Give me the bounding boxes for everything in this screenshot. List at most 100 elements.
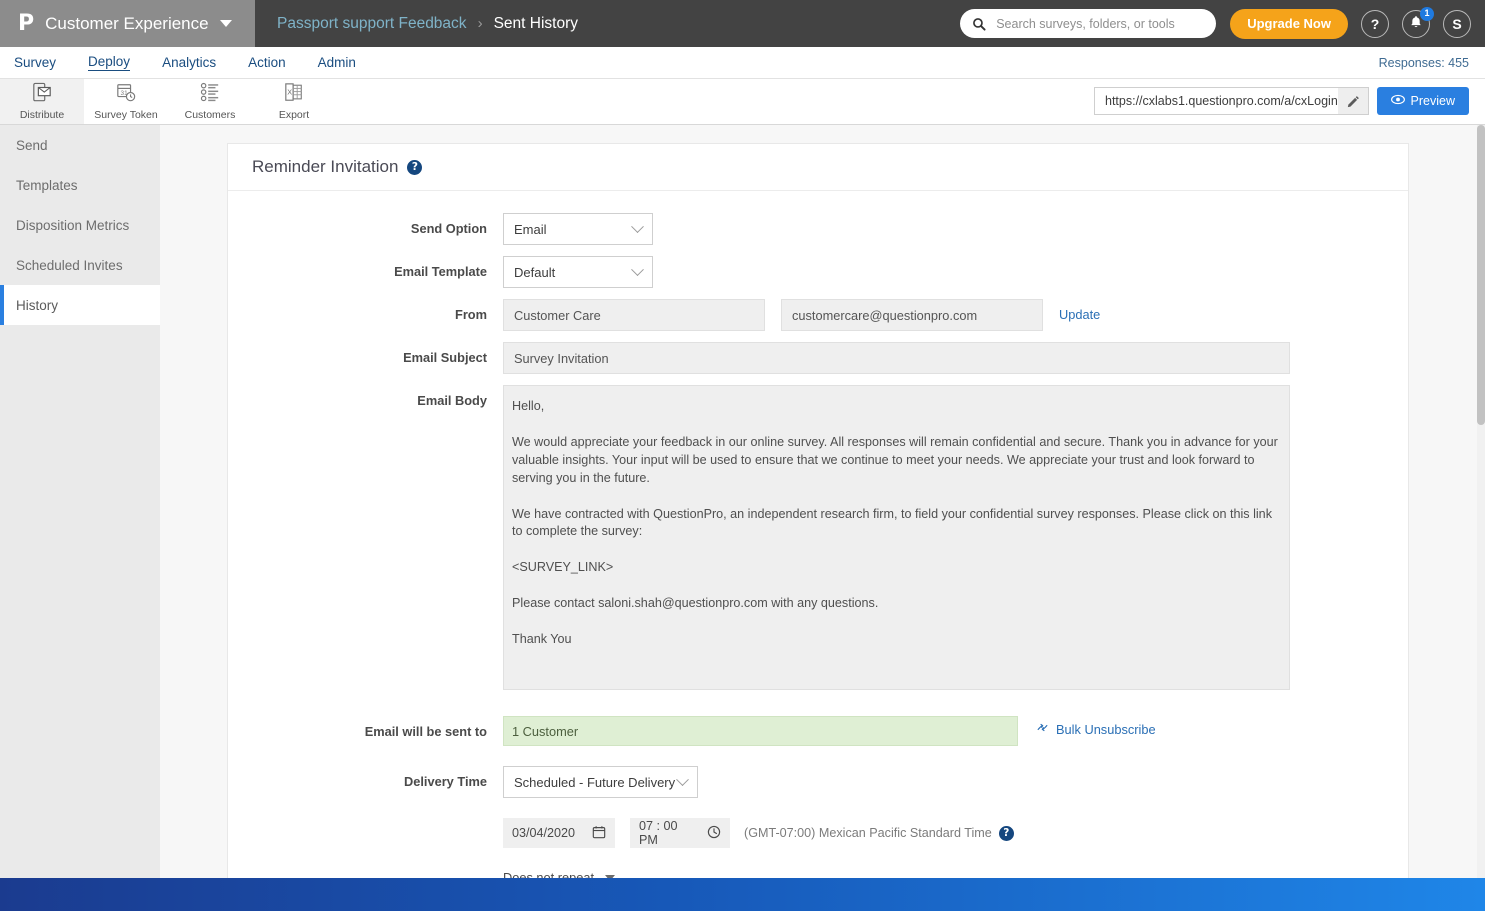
breadcrumb-separator-icon: ›	[477, 15, 483, 32]
nav-item-action[interactable]: Action	[248, 55, 286, 71]
tool-label: Distribute	[19, 109, 65, 121]
help-button[interactable]: ?	[1361, 9, 1389, 38]
help-circle-icon[interactable]: ?	[998, 825, 1014, 841]
reminder-invitation-card: Reminder Invitation ? Send Option Email …	[227, 143, 1409, 886]
timezone-display: (GMT-07:00) Mexican Pacific Standard Tim…	[744, 825, 1014, 841]
recipients-row: Email will be sent to 1 Customer Bulk Un…	[228, 716, 1408, 746]
questionpro-logo-icon: P	[18, 11, 34, 36]
email-body-paragraph: <SURVEY_LINK>	[512, 560, 614, 575]
svg-text:X: X	[287, 87, 292, 96]
schedule-date-input[interactable]: 03/04/2020	[503, 818, 615, 848]
preview-button[interactable]: Preview	[1376, 87, 1469, 115]
chevron-down-icon	[631, 219, 644, 233]
notification-badge: 1	[1420, 6, 1434, 21]
breadcrumb-parent-link[interactable]: Passport support Feedback	[277, 15, 467, 33]
schedule-date-value: 03/04/2020	[512, 826, 576, 840]
sidebar-item-scheduled-invites[interactable]: Scheduled Invites	[0, 245, 160, 285]
nav-item-analytics[interactable]: Analytics	[162, 55, 216, 71]
schedule-time-value: 07 : 00 PM	[639, 819, 678, 847]
calendar-token-icon: 31	[116, 82, 136, 108]
email-body-row: Email Body Hello, We would appreciate yo…	[228, 385, 1408, 690]
help-circle-icon[interactable]: ?	[407, 159, 423, 175]
email-body-paragraph: Please contact saloni.shah@questionpro.c…	[512, 596, 879, 611]
breadcrumb: Passport support Feedback › Sent History	[277, 15, 578, 33]
search-box[interactable]	[960, 9, 1217, 38]
email-subject-row: Email Subject Survey Invitation	[228, 342, 1408, 374]
schedule-time-input[interactable]: 07 : 00 PM	[630, 818, 730, 848]
clock-icon[interactable]	[707, 825, 721, 842]
search-input[interactable]	[994, 15, 1205, 32]
recipients-label: Email will be sent to	[364, 724, 487, 739]
sidebar-item-disposition-metrics[interactable]: Disposition Metrics	[0, 205, 160, 245]
scrollbar-thumb[interactable]	[1477, 125, 1485, 425]
chevron-down-icon[interactable]	[219, 20, 232, 27]
avatar[interactable]: S	[1443, 9, 1471, 38]
email-subject-field[interactable]: Survey Invitation	[503, 342, 1290, 374]
tool-customers[interactable]: Customers	[168, 79, 252, 124]
tool-survey-token[interactable]: 31 Survey Token	[84, 79, 168, 124]
bulk-unsubscribe-label: Bulk Unsubscribe	[1056, 721, 1156, 737]
invitation-form: Send Option Email Email Template Default…	[228, 191, 1408, 885]
upgrade-now-button[interactable]: Upgrade Now	[1230, 8, 1348, 39]
sidebar-item-send[interactable]: Send	[0, 125, 160, 165]
email-subject-label: Email Subject	[403, 350, 487, 365]
email-body-label: Email Body	[417, 393, 487, 408]
update-link[interactable]: Update	[1059, 299, 1100, 322]
delivery-time-value: Scheduled - Future Delivery	[514, 774, 676, 790]
distribute-icon	[32, 82, 52, 108]
sidebar-item-label: Disposition Metrics	[16, 217, 130, 233]
send-option-select[interactable]: Email	[503, 213, 653, 245]
timezone-label: (GMT-07:00) Mexican Pacific Standard Tim…	[744, 826, 992, 840]
top-bar: P Customer Experience Passport support F…	[0, 0, 1485, 47]
email-template-label: Email Template	[394, 264, 487, 279]
brand-block[interactable]: P Customer Experience	[0, 0, 255, 47]
survey-url-field[interactable]: https://cxlabs1.questionpro.com/a/cxLogi…	[1094, 87, 1369, 115]
email-template-value: Default	[514, 264, 556, 280]
delivery-time-select[interactable]: Scheduled - Future Delivery	[503, 766, 698, 798]
top-bar-actions: Upgrade Now ? 1 S	[960, 0, 1471, 47]
survey-url-text: https://cxlabs1.questionpro.com/a/cxLogi…	[1105, 94, 1338, 108]
bottom-gradient-bar	[0, 878, 1485, 911]
nav-item-deploy[interactable]: Deploy	[88, 54, 131, 71]
email-template-select[interactable]: Default	[503, 256, 653, 288]
breadcrumb-current: Sent History	[493, 14, 578, 32]
sidebar-item-label: Templates	[16, 177, 78, 193]
sidebar-filler	[0, 325, 160, 909]
delivery-time-label: Delivery Time	[404, 774, 487, 789]
notifications-button[interactable]: 1	[1402, 6, 1434, 38]
sidebar-item-templates[interactable]: Templates	[0, 165, 160, 205]
email-body-paragraph: Hello,	[512, 399, 545, 413]
deploy-toolbar: Distribute 31 Survey Token Customers X E…	[0, 79, 1485, 125]
sidebar-item-label: Send	[16, 137, 48, 153]
main-nav: Survey Deploy Analytics Action Admin Res…	[0, 47, 1485, 79]
tool-label: Customers	[184, 109, 236, 121]
preview-label: Preview	[1410, 94, 1455, 108]
from-email-field[interactable]: customercare@questionpro.com	[781, 299, 1043, 331]
page-scrollbar[interactable]	[1477, 125, 1485, 909]
calendar-icon[interactable]	[592, 825, 606, 842]
pencil-icon[interactable]	[1338, 88, 1368, 114]
bulk-unsubscribe-link[interactable]: Bulk Unsubscribe	[1036, 716, 1156, 737]
email-template-row: Email Template Default	[228, 256, 1408, 288]
tool-distribute[interactable]: Distribute	[0, 79, 84, 124]
unsubscribe-icon	[1036, 721, 1049, 737]
from-name-field[interactable]: Customer Care	[503, 299, 765, 331]
email-body-paragraph: We would appreciate your feedback in our…	[512, 434, 1278, 485]
sidebar-item-history[interactable]: History	[0, 285, 160, 325]
send-option-row: Send Option Email	[228, 213, 1408, 245]
nav-item-survey[interactable]: Survey	[14, 55, 56, 71]
schedule-datetime-row: 03/04/2020 07 : 00 PM (GMT-07:00) Mexica…	[503, 818, 1408, 848]
page-title: Reminder Invitation	[252, 157, 399, 176]
customers-list-icon	[200, 82, 220, 108]
nav-item-admin[interactable]: Admin	[318, 55, 356, 71]
chevron-down-icon	[676, 772, 689, 786]
chevron-down-icon	[631, 262, 644, 276]
email-body-field[interactable]: Hello, We would appreciate your feedback…	[503, 385, 1290, 690]
page-body: Send Templates Disposition Metrics Sched…	[0, 125, 1485, 909]
tool-export[interactable]: X Export	[252, 79, 336, 124]
recipients-field[interactable]: 1 Customer	[503, 716, 1018, 746]
email-body-paragraph: We have contracted with QuestionPro, an …	[512, 506, 1272, 539]
sidebar-item-label: History	[16, 297, 59, 313]
sidebar-item-label: Scheduled Invites	[16, 257, 123, 273]
eye-icon	[1390, 94, 1405, 108]
